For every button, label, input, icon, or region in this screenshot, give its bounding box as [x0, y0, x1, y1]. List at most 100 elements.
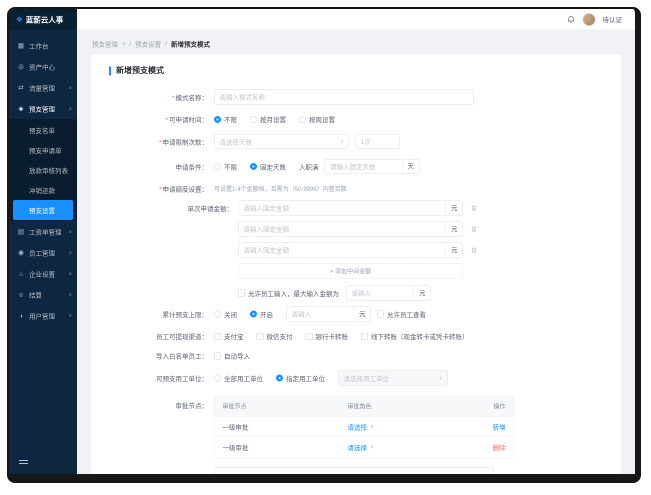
delete-amount-icon[interactable] [470, 204, 478, 212]
amount-input-3[interactable] [238, 243, 446, 257]
delete-amount-icon[interactable] [470, 225, 478, 233]
breadcrumb-separator: / [129, 40, 132, 48]
radio-all-employers[interactable]: 全部用工单位 [214, 373, 263, 383]
add-amount-button[interactable]: + 添加中间金额 [238, 263, 463, 279]
checkbox-bank-transfer[interactable]: 银行卡转账 [305, 332, 348, 342]
settlement-icon: ¤ [19, 290, 23, 299]
condition-days-input[interactable] [325, 159, 403, 174]
description-textarea[interactable] [214, 467, 494, 474]
sidebar-item-asset-center[interactable]: ◎ 资产中心 [9, 56, 77, 77]
sidebar-item-enterprise[interactable]: ⌂ 企业设置 ∨ [9, 263, 77, 284]
main-area: 待认证 预支管理 ∨ / 预支设置 / 新增预支模式 新增预支模式 *模式名称： [77, 9, 635, 474]
import-whitelist-label: 导入白名单员工： [155, 352, 208, 361]
employers-select[interactable]: 请选择用工单位 ∨ [338, 370, 449, 386]
add-approval-node-link[interactable]: 新增 [492, 422, 505, 432]
radio-apply-time-unlimited[interactable]: 不限 [214, 115, 237, 125]
submenu-item-writeoff[interactable]: 冲销还款 [9, 180, 77, 200]
checkbox-alipay[interactable]: 支付宝 [214, 332, 244, 342]
sidebar-item-advance[interactable]: ◈ 预支管理 ∧ [9, 98, 77, 119]
radio-apply-time-monthly[interactable]: 按月设置 [250, 115, 286, 125]
checkbox-wechat-pay[interactable]: 微信支付 [256, 332, 293, 342]
field-withdraw-channels: 员工可提现渠道： 支付宝 微信支付 银行卡转账 线下转账（现金转卡或凭卡转账） [109, 332, 603, 342]
field-apply-condition: 申请条件： 不限 固定天数 入职满 天 [109, 159, 603, 174]
form-card: 新增预支模式 *模式名称： *可申请时间： 不限 按月 [91, 54, 621, 475]
radio-cumulative-off[interactable]: 关闭 [214, 309, 237, 319]
apply-time-label: 可申请时间： [168, 116, 208, 124]
approval-node-name: 一级审批 [222, 443, 249, 452]
field-employers: 可预支用工单位： 全部用工单位 指定用工单位 请选择用工单位 ∨ [109, 370, 603, 386]
advance-icon: ◈ [18, 104, 24, 113]
delete-amount-icon[interactable] [470, 246, 478, 254]
max-amount-input[interactable] [346, 286, 414, 300]
quota-amount-row: 元 [238, 242, 603, 258]
checkbox-allow-employee-input[interactable]: 允许员工输入，最大输入金额为 [238, 288, 339, 298]
apply-limit-label: 申请限制次数： [162, 138, 208, 146]
radio-apply-time-weekly[interactable]: 按周设置 [299, 115, 335, 125]
field-quota: *申请额度设置： 可设置1-4个金额档，且需为（50-9999）内整百数 [109, 184, 603, 194]
submenu-item-advance-list[interactable]: 预支名单 [9, 120, 77, 140]
description-label: 预支说明： [109, 468, 214, 475]
required-mark: * [171, 93, 175, 102]
apply-limit-days-select[interactable]: 请选择天数 ∨ [214, 134, 349, 149]
chevron-down-icon: ∨ [68, 84, 72, 90]
mode-name-label: 模式名称： [175, 93, 208, 102]
delete-approval-node-link[interactable]: 删除 [492, 442, 505, 452]
user-avatar[interactable] [582, 12, 596, 26]
enterprise-icon: ⌂ [19, 269, 23, 278]
condition-middle-text: 入职满 [299, 163, 319, 171]
mode-name-input[interactable] [214, 89, 474, 105]
quota-allow-input-row: 允许员工输入，最大输入金额为 元 [238, 285, 603, 301]
chevron-down-icon: ∨ [68, 312, 72, 318]
breadcrumb-item-advance-mgmt[interactable]: 预支管理 [92, 39, 118, 49]
required-mark: * [158, 185, 162, 194]
cumulative-label: 累计预支上限： [162, 310, 208, 319]
field-cumulative-limit: 累计预支上限： 关闭 开启 元 允许员工查看 [109, 306, 603, 322]
select-caret-icon: ∨ [339, 138, 344, 145]
chevron-down-icon: ∨ [68, 270, 72, 276]
workbench-icon: ▦ [17, 41, 25, 50]
employers-label: 可预支用工单位： [155, 374, 208, 383]
username[interactable]: 待认证 [602, 15, 622, 25]
sidebar-item-users[interactable]: ◑ 用户管理 ∨ [9, 305, 77, 326]
payroll-icon: ▤ [17, 227, 25, 236]
radio-condition-unlimited[interactable]: 不限 [214, 162, 237, 172]
radio-cumulative-on[interactable]: 开启 [250, 309, 273, 319]
sidebar-item-employees[interactable]: ◉ 员工管理 ∨ [9, 242, 77, 263]
condition-days-suffix: 天 [402, 159, 419, 174]
checkbox-employee-view[interactable]: 允许员工查看 [377, 309, 426, 319]
quota-sub-label: 单次申请金额： [187, 204, 233, 213]
sidebar: ❖ 蓝薪云人事 ▦ 工作台 ◎ 资产中心 ⇄ 流量管理 ∨ ◈ 预支管理 ∧ 预… [9, 9, 77, 474]
bell-icon[interactable] [566, 15, 575, 24]
screenshot-stage: ❖ 蓝薪云人事 ▦ 工作台 ◎ 资产中心 ⇄ 流量管理 ∨ ◈ 预支管理 ∧ 预… [0, 0, 651, 495]
radio-specified-employers[interactable]: 指定用工单位 [276, 373, 325, 383]
amount-input-1[interactable] [238, 201, 446, 215]
approval-role-select[interactable]: 请选择 [348, 442, 368, 452]
quota-label: 申请额度设置： [162, 185, 208, 194]
sidebar-collapse-button[interactable] [19, 458, 28, 466]
required-mark: * [158, 138, 162, 146]
checkbox-auto-import[interactable]: 自动导入 [214, 351, 250, 361]
chevron-down-icon: ∨ [122, 41, 126, 46]
approval-label: 审批节点： [175, 402, 208, 410]
breadcrumb-item-advance-settings[interactable]: 预支设置 [135, 39, 161, 49]
breadcrumb-separator: / [165, 40, 167, 48]
approval-role-select[interactable]: 请选择 [348, 422, 368, 432]
select-caret-icon: ∨ [370, 423, 374, 430]
submenu-item-loan-review[interactable]: 放款审核列表 [9, 160, 77, 180]
radio-condition-fixed-days[interactable]: 固定天数 [250, 162, 286, 172]
top-header: 待认证 [77, 9, 635, 30]
submenu-item-advance-apply[interactable]: 预支申请单 [9, 140, 77, 160]
cumulative-amount-input[interactable] [286, 307, 354, 321]
sidebar-item-traffic[interactable]: ⇄ 流量管理 ∨ [9, 77, 77, 98]
apply-limit-times-input[interactable] [355, 134, 400, 149]
amount-input-2[interactable] [238, 222, 446, 236]
sidebar-item-settlement[interactable]: ¤ 结算 ∨ [9, 284, 77, 305]
logo-icon: ❖ [16, 15, 23, 25]
field-mode-name: *模式名称： [109, 89, 603, 105]
sidebar-item-workbench[interactable]: ▦ 工作台 [9, 35, 77, 56]
checkbox-offline-transfer[interactable]: 线下转账（现金转卡或凭卡转账） [361, 332, 469, 342]
sidebar-item-payroll[interactable]: ▤ 工资单管理 ∨ [9, 221, 77, 242]
submenu-item-advance-settings[interactable]: 预支设置 [13, 200, 73, 220]
field-apply-time: *可申请时间： 不限 按月设置 按周设置 [109, 115, 603, 125]
select-caret-icon: ∨ [438, 375, 443, 381]
